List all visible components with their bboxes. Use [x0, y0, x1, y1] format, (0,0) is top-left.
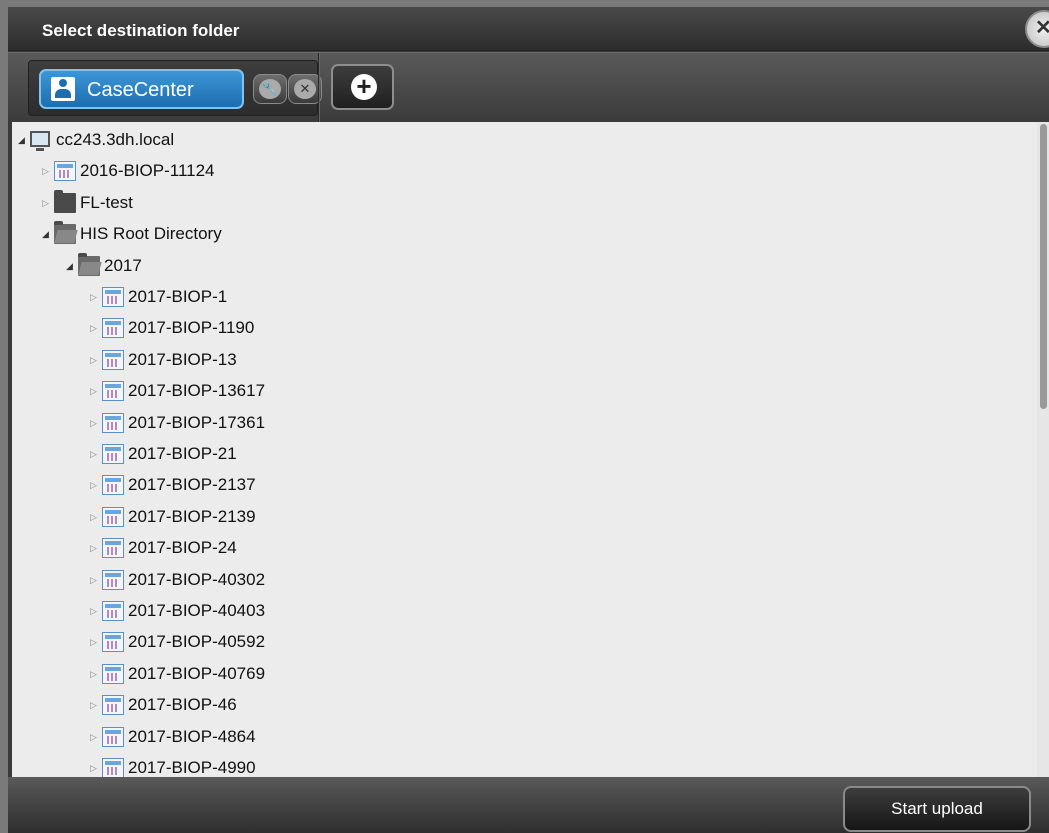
case-icon: [102, 569, 124, 590]
edit-server-button[interactable]: 🔧: [253, 74, 287, 104]
case-icon: [102, 663, 124, 684]
collapsed-arrow-icon[interactable]: ▷: [42, 198, 52, 208]
collapsed-arrow-icon[interactable]: ▷: [90, 732, 100, 742]
case-icon: [102, 475, 124, 496]
case-icon: [102, 318, 124, 339]
folder-open-icon: [54, 221, 76, 245]
vertical-scrollbar[interactable]: [1037, 122, 1049, 777]
close-icon: ✕: [1035, 17, 1049, 39]
tree-node-label: 2017-BIOP-46: [128, 695, 237, 715]
folder-icon: [54, 189, 76, 213]
case-icon: [102, 758, 124, 777]
add-server-button[interactable]: +: [331, 64, 394, 110]
collapsed-arrow-icon[interactable]: ▷: [90, 323, 100, 333]
case-icon: [102, 695, 124, 716]
collapsed-arrow-icon[interactable]: ▷: [90, 449, 100, 459]
tree-node-label: 2017-BIOP-13: [128, 349, 237, 369]
expanded-arrow-icon[interactable]: ◢: [66, 261, 76, 271]
case-icon: [102, 444, 124, 464]
tree-node-label: HIS Root Directory: [80, 224, 222, 244]
server-group: CaseCenter 🔧 ✕: [28, 60, 322, 116]
case-icon: [102, 412, 124, 433]
tree-node-label: 2017-BIOP-17361: [128, 412, 266, 432]
server-icon: [30, 131, 50, 151]
server-label: CaseCenter: [87, 79, 194, 101]
collapsed-arrow-icon[interactable]: ▷: [90, 669, 100, 679]
collapsed-arrow-icon[interactable]: ▷: [90, 512, 100, 522]
case-icon: [102, 632, 124, 653]
tree-node-label: 2017-BIOP-1: [128, 287, 228, 306]
tree-node-label: 2017-BIOP-2137: [128, 475, 256, 495]
collapsed-arrow-icon[interactable]: ▷: [90, 606, 100, 616]
collapsed-arrow-icon[interactable]: ▷: [90, 386, 100, 396]
dialog-footer: Start upload: [8, 777, 1049, 833]
toolbar: CaseCenter 🔧 ✕ +: [8, 52, 1049, 123]
case-icon: [102, 726, 124, 747]
tree-node-label: 2017-BIOP-24: [128, 538, 237, 558]
folder-tree[interactable]: ◢ cc243.3dh.local ▷ 2016-BIOP-11124 ▷ FL-test…: [12, 122, 1049, 777]
user-icon: [51, 77, 75, 101]
close-icon: ✕: [294, 79, 316, 99]
case-icon: [102, 538, 124, 559]
tree-node-label: FL-test: [80, 192, 133, 212]
tree-node-label: 2017-BIOP-1190: [128, 318, 255, 338]
collapsed-arrow-icon[interactable]: ▷: [90, 292, 100, 302]
close-button[interactable]: ✕: [1025, 10, 1049, 48]
case-icon: [102, 287, 124, 307]
upload-dialog: Select destination folder ✕ CaseCenter 🔧…: [8, 7, 1049, 833]
collapsed-arrow-icon[interactable]: ▷: [90, 543, 100, 553]
case-icon: [102, 601, 124, 621]
case-icon: [102, 349, 124, 370]
expanded-arrow-icon[interactable]: ◢: [18, 135, 28, 145]
tree-node-label: 2017-BIOP-40769: [128, 663, 266, 683]
collapsed-arrow-icon[interactable]: ▷: [90, 355, 100, 365]
collapsed-arrow-icon[interactable]: ▷: [42, 166, 52, 176]
tree-node-label: 2017-BIOP-13617: [128, 381, 266, 401]
collapsed-arrow-icon[interactable]: ▷: [90, 480, 100, 490]
dialog-titlebar: Select destination folder ✕: [8, 7, 1049, 51]
case-icon: [102, 381, 124, 402]
expanded-arrow-icon[interactable]: ◢: [42, 229, 52, 239]
collapsed-arrow-icon[interactable]: ▷: [90, 763, 100, 773]
collapsed-arrow-icon[interactable]: ▷: [90, 637, 100, 647]
folder-open-icon: [78, 252, 100, 276]
dialog-title: Select destination folder: [42, 21, 240, 40]
plus-icon: +: [351, 73, 377, 100]
tree-node-label: 2017-BIOP-40592: [128, 632, 266, 652]
toolbar-divider: [318, 53, 320, 123]
case-icon: [102, 506, 124, 527]
tree-node-label: 2016-BIOP-11124: [80, 161, 215, 181]
collapsed-arrow-icon[interactable]: ▷: [90, 575, 100, 585]
tree-node-label: 2017-BIOP-40302: [128, 569, 266, 589]
tree-node-label: 2017-BIOP-4990: [128, 758, 256, 777]
server-casecenter-button[interactable]: CaseCenter: [39, 69, 244, 109]
collapsed-arrow-icon[interactable]: ▷: [90, 700, 100, 710]
wrench-icon: 🔧: [259, 79, 281, 99]
case-icon: [54, 161, 76, 182]
tree-node-label: 2017: [104, 255, 142, 275]
tree-node-label: 2017-BIOP-4864: [128, 726, 256, 746]
tree-node-label: 2017-BIOP-2139: [128, 506, 256, 526]
tree-node-label: 2017-BIOP-21: [128, 444, 237, 463]
remove-server-button[interactable]: ✕: [288, 74, 322, 104]
collapsed-arrow-icon[interactable]: ▷: [90, 418, 100, 428]
start-upload-button[interactable]: Start upload: [843, 786, 1031, 832]
tree-node-label: cc243.3dh.local: [56, 130, 175, 149]
scrollbar-thumb[interactable]: [1040, 124, 1047, 409]
tree-node-label: 2017-BIOP-40403: [128, 601, 266, 620]
